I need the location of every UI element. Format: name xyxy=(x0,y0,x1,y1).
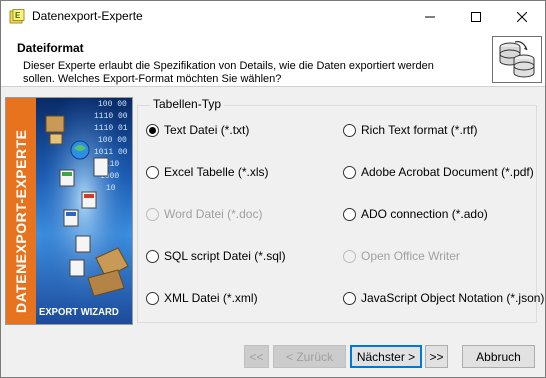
first-page-button[interactable]: << xyxy=(244,345,269,368)
radio-button-checked-icon[interactable] xyxy=(146,123,159,137)
radio-pdf[interactable]: Adobe Acrobat Document (*.pdf) xyxy=(343,165,534,179)
wizard-banner: DATENEXPORT-EXPERTE 100 00 1110 00 1110 … xyxy=(5,97,133,325)
close-button[interactable] xyxy=(499,1,545,32)
radio-button-icon[interactable] xyxy=(343,165,356,179)
banner-vertical-title: DATENEXPORT-EXPERTE xyxy=(13,129,29,314)
banner-stripe: DATENEXPORT-EXPERTE xyxy=(6,98,36,324)
radio-label: Excel Tabelle (*.xls) xyxy=(164,165,269,179)
binary-line: 100 00 xyxy=(98,136,127,145)
radio-sql[interactable]: SQL script Datei (*.sql) xyxy=(146,249,286,263)
close-icon xyxy=(517,11,527,22)
title-bar[interactable]: E Datenexport-Experte xyxy=(1,1,545,32)
window-title: Datenexport-Experte xyxy=(32,9,143,23)
table-type-legend: Tabellen-Typ xyxy=(150,97,225,111)
banner-artwork: 100 00 1110 00 1110 01 100 00 1011 00 11… xyxy=(36,98,132,324)
back-button[interactable]: < Zurück xyxy=(273,345,346,368)
radio-ado[interactable]: ADO connection (*.ado) xyxy=(343,207,488,221)
radio-xls[interactable]: Excel Tabelle (*.xls) xyxy=(146,165,268,179)
cancel-button[interactable]: Abbruch xyxy=(462,345,535,368)
radio-label: XML Datei (*.xml) xyxy=(164,291,258,305)
radio-label: SQL script Datei (*.sql) xyxy=(164,249,286,263)
maximize-icon xyxy=(471,11,481,22)
radio-rtf[interactable]: Rich Text format (*.rtf) xyxy=(343,123,477,137)
radio-button-icon[interactable] xyxy=(146,291,159,305)
radio-label: Word Datei (*.doc) xyxy=(164,207,263,221)
binary-line: 10 xyxy=(106,184,116,193)
radio-json[interactable]: JavaScript Object Notation (*.json) xyxy=(343,291,544,305)
minimize-button[interactable] xyxy=(407,1,453,32)
radio-button-icon[interactable] xyxy=(146,249,159,263)
page-description: Dieser Experte erlaubt die Spezifikation… xyxy=(23,60,434,85)
radio-button-icon[interactable] xyxy=(343,291,356,305)
radio-button-icon[interactable] xyxy=(343,123,356,137)
radio-label: Adobe Acrobat Document (*.pdf) xyxy=(361,165,534,179)
radio-txt[interactable]: Text Datei (*.txt) xyxy=(146,123,249,137)
maximize-button[interactable] xyxy=(453,1,499,32)
page-title: Dateiformat xyxy=(17,41,84,55)
binary-line: 1110 00 xyxy=(94,112,128,121)
next-button[interactable]: Nächster > xyxy=(350,345,422,368)
database-export-icon xyxy=(492,36,542,83)
radio-openoffice: Open Office Writer xyxy=(343,249,460,263)
radio-label: ADO connection (*.ado) xyxy=(361,207,488,221)
radio-xml[interactable]: XML Datei (*.xml) xyxy=(146,291,258,305)
binary-line: 100 00 xyxy=(98,100,127,109)
radio-label: Text Datei (*.txt) xyxy=(164,123,250,137)
binary-line: 1011 00 xyxy=(94,148,128,157)
binary-line: 1110 01 xyxy=(94,124,128,133)
app-icon: E xyxy=(9,9,25,24)
last-page-button[interactable]: >> xyxy=(425,345,448,368)
radio-button-icon xyxy=(146,207,159,221)
radio-doc: Word Datei (*.doc) xyxy=(146,207,262,221)
banner-illustration: 100 00 1110 00 1110 01 100 00 1011 00 11… xyxy=(36,98,132,324)
radio-button-icon[interactable] xyxy=(146,165,159,179)
wizard-window: E Datenexport-Experte Dateiformat Dieser… xyxy=(0,0,546,378)
minimize-icon xyxy=(425,16,435,17)
radio-label: Rich Text format (*.rtf) xyxy=(361,123,478,137)
radio-label: JavaScript Object Notation (*.json) xyxy=(361,291,545,305)
svg-text:E: E xyxy=(15,11,21,20)
wizard-header: Dateiformat Dieser Experte erlaubt die S… xyxy=(1,32,545,87)
radio-button-icon xyxy=(343,249,356,263)
banner-caption: EXPORT WIZARD xyxy=(39,307,119,318)
radio-button-icon[interactable] xyxy=(343,207,356,221)
radio-label: Open Office Writer xyxy=(361,249,460,263)
